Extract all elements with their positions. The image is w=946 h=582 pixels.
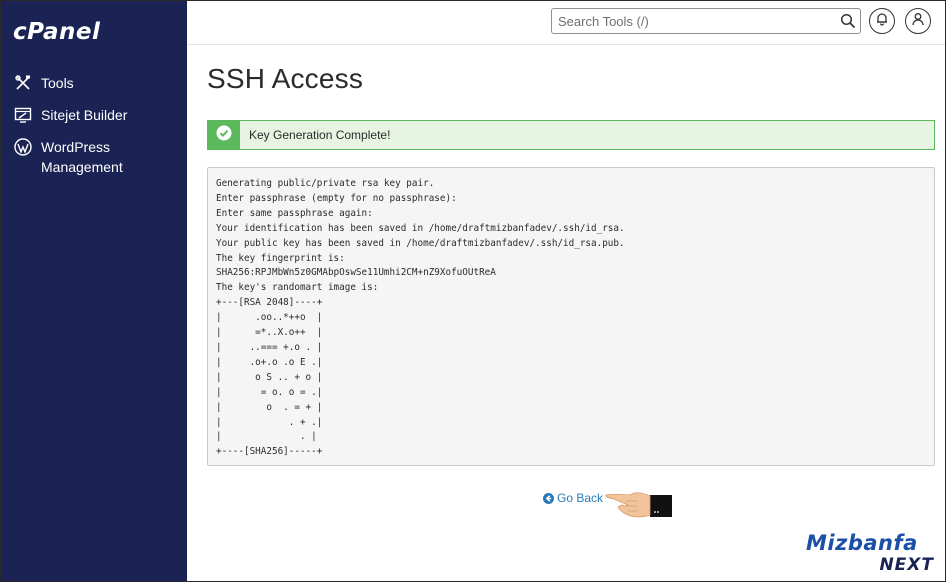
output-line: | .oo..*++o | [216,312,323,324]
pointing-hand-icon [604,485,674,521]
output-line: | = o. o = .| [216,386,323,398]
user-icon [911,12,925,31]
output-line: | .o+.o .o E .| [216,356,323,368]
output-line: Enter same passphrase again: [216,207,373,219]
output-line: | . | [216,431,317,443]
sitejet-icon [13,105,33,125]
output-line: Enter passphrase (empty for no passphras… [216,192,457,204]
mizbanfa-brand-logo: Mizbanfa NEXT [806,531,936,575]
output-line: | ..=== +.o . | [216,341,323,353]
search-box [551,8,861,34]
key-generation-output: Generating public/private rsa key pair. E… [207,167,935,466]
output-line: SHA256:RPJMbWn5z0GMAbpOswSe11Umhi2CM+nZ9… [216,267,496,279]
sidebar: cPanel Tools Sitejet Builder WordPress M… [1,1,187,581]
success-alert: Key Generation Complete! [207,120,935,150]
top-bar [187,1,945,45]
output-line: | =*..X.o++ | [216,327,323,339]
user-menu-button[interactable] [905,8,931,34]
output-line: | o S .. + o | [216,371,323,383]
search-input[interactable] [552,9,832,33]
go-back-link[interactable]: Go Back [543,491,603,505]
alert-icon-wrap [208,121,240,149]
wordpress-icon [13,137,33,157]
output-line: Your identification has been saved in /h… [216,222,625,234]
sidebar-item-label: WordPress Management [41,139,123,175]
notifications-button[interactable] [869,8,895,34]
output-line: | . + .| [216,416,323,428]
alert-text: Key Generation Complete! [249,128,391,142]
brand-name: Mizbanfa [806,531,918,555]
output-line: Your public key has been saved in /home/… [216,237,625,249]
tools-icon [13,73,33,93]
cpanel-logo[interactable]: cPanel [13,19,100,45]
check-circle-icon [216,125,232,146]
bell-icon [875,12,889,31]
page-title: SSH Access [207,63,364,94]
output-line: +---[RSA 2048]----+ [216,297,323,309]
output-line: The key fingerprint is: [216,252,345,264]
output-line: | o . = + | [216,401,323,413]
sidebar-item-wordpress[interactable]: WordPress Management [13,137,151,177]
go-back-label: Go Back [557,491,604,505]
sidebar-item-label: Sitejet Builder [41,107,128,123]
sidebar-item-tools[interactable]: Tools [13,73,151,93]
sidebar-item-label: Tools [41,75,74,91]
brand-tag: NEXT [879,555,934,575]
output-line: +----[SHA256]-----+ [216,446,323,458]
sidebar-item-sitejet[interactable]: Sitejet Builder [13,105,151,125]
search-icon[interactable] [840,13,856,29]
arrow-left-circle-icon [543,492,554,504]
output-line: Generating public/private rsa key pair. [216,178,435,189]
output-line: The key's randomart image is: [216,282,379,294]
